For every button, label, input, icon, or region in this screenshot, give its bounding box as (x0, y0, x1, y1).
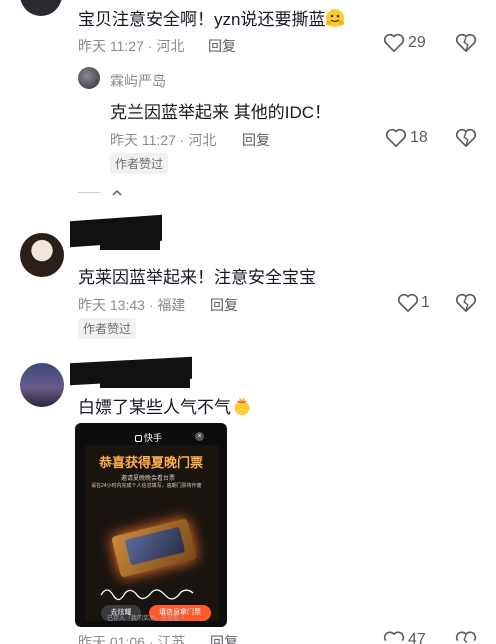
dislike-icon[interactable] (455, 293, 477, 313)
hugging-face-icon (325, 8, 345, 33)
avatar[interactable] (20, 0, 62, 16)
reply-meta: 昨天 11:27 · 河北 (110, 132, 217, 148)
reply-text: 克兰因蓝举起来 其他的IDC！ (110, 103, 331, 122)
comment-text: 克莱因蓝举起来！注意安全宝宝 (78, 268, 316, 287)
like-icon[interactable] (383, 33, 405, 53)
comment-text: 白嫖了某些人气不气 (78, 393, 251, 421)
money-bag-icon (233, 394, 251, 421)
redacted-username (100, 236, 160, 250)
comment-text: 宝贝注意安全啊！yzn说还要撕蓝 (78, 5, 345, 33)
dislike-icon[interactable] (455, 630, 477, 644)
like-count: 1 (421, 294, 430, 311)
comment-meta: 昨天 11:27 · 河北 (78, 38, 185, 54)
like-count: 47 (408, 631, 426, 644)
collapse-button[interactable] (110, 184, 122, 201)
comment-text-content: 宝贝注意安全啊！yzn说还要撕蓝 (78, 10, 326, 29)
like-icon[interactable] (385, 128, 407, 148)
kuaishou-logo-icon (135, 435, 142, 442)
reply-button[interactable]: 回复 (242, 130, 270, 150)
avatar[interactable] (20, 363, 64, 407)
reply-username[interactable]: 霖屿严岛 (110, 71, 166, 91)
ticket-title: 恭喜获得夏晚门票 (99, 455, 204, 470)
comment-meta: 昨天 01:06 · 江苏 (78, 634, 186, 644)
avatar[interactable] (20, 233, 64, 277)
like-count: 18 (410, 129, 428, 146)
reply-button[interactable]: 回复 (210, 632, 238, 644)
dislike-icon[interactable] (455, 33, 477, 53)
like-count: 29 (408, 34, 426, 51)
redacted-username (100, 376, 190, 388)
collapse-divider (78, 192, 100, 193)
ticket-image[interactable]: 快手 × 恭喜获得夏晚门票 邀请夏晚晚会看台票 请在24小时内完成个人信息填写，… (75, 423, 227, 627)
app-brand: 快手 (135, 431, 162, 444)
ticket-line2: 请在24小时内完成个人信息填写，逾期门票将作废 (91, 483, 202, 489)
comment-text-content: 白嫖了某些人气不气 (78, 398, 231, 417)
ticket-footer[interactable]: 已存入「我的奖品」去查看 > (107, 613, 184, 622)
like-icon[interactable] (383, 630, 405, 644)
author-liked-badge: 作者赞过 (110, 153, 169, 174)
reply-avatar[interactable] (78, 67, 100, 89)
app-name: 快手 (144, 433, 163, 443)
signature-scribble (99, 583, 195, 606)
close-icon[interactable]: × (195, 432, 204, 441)
author-liked-badge: 作者赞过 (78, 318, 137, 339)
comment-meta: 昨天 13:43 · 福建 (78, 297, 186, 313)
chevron-up-icon (112, 184, 122, 200)
ticket-panel: 恭喜获得夏晚门票 邀请夏晚晚会看台票 请在24小时内完成个人信息填写，逾期门票将… (85, 445, 219, 621)
like-icon[interactable] (397, 293, 419, 313)
reply-button[interactable]: 回复 (210, 295, 238, 315)
reply-button[interactable]: 回复 (208, 36, 236, 56)
dislike-icon[interactable] (455, 128, 477, 148)
ticket-line1: 邀请夏晚晚会看台票 (121, 476, 176, 482)
